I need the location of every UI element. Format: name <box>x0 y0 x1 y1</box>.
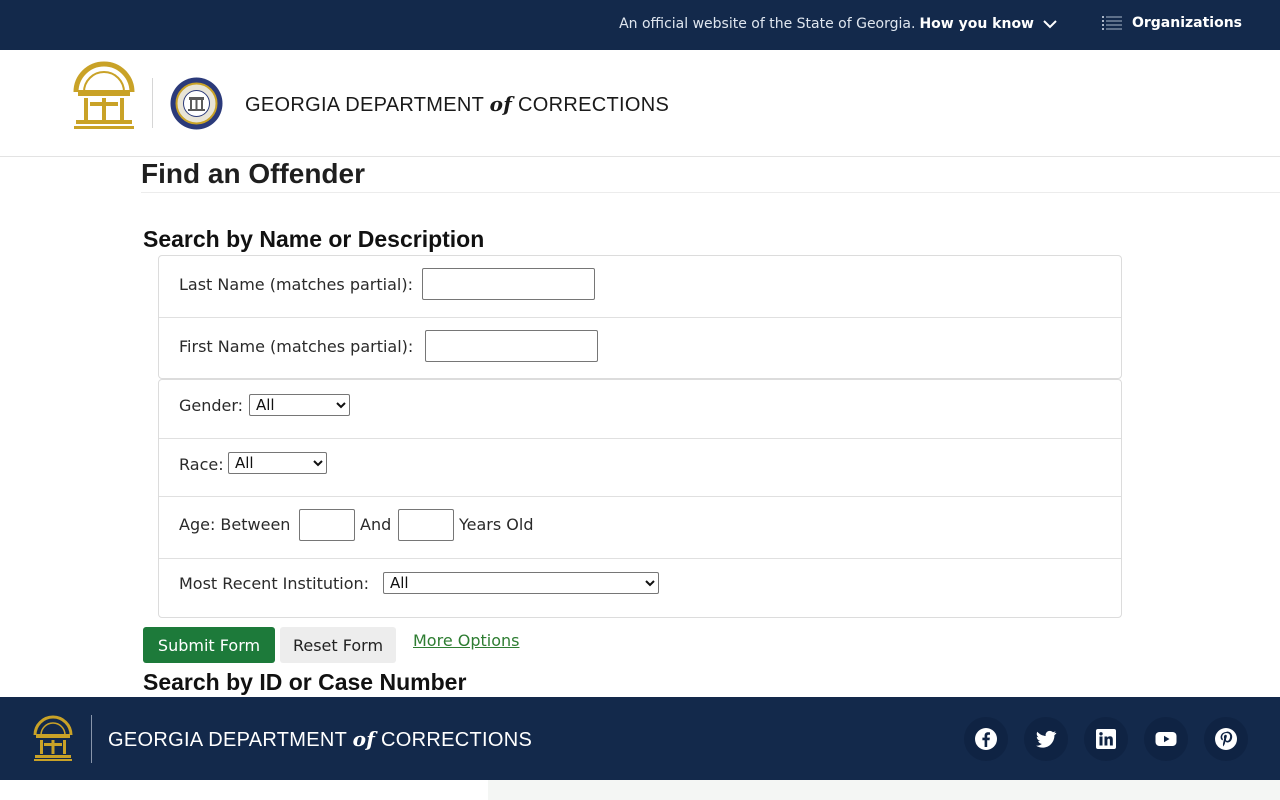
youtube-link[interactable] <box>1144 717 1188 761</box>
more-options-link[interactable]: More Options <box>413 631 519 650</box>
first-name-label: First Name (matches partial): <box>179 337 414 356</box>
title-of: of <box>489 92 513 116</box>
description-fields-box: Gender: All Race: All Age: Between And Y… <box>158 379 1122 618</box>
race-label: Race: <box>179 455 224 474</box>
twitter-link[interactable] <box>1024 717 1068 761</box>
last-name-label: Last Name (matches partial): <box>179 275 413 294</box>
official-text: An official website of the State of Geor… <box>619 16 916 32</box>
race-row: Race: All <box>159 439 1121 497</box>
gdc-seal-logo[interactable] <box>170 77 223 130</box>
header-divider <box>152 78 153 128</box>
reset-form-button[interactable]: Reset Form <box>280 627 396 663</box>
bottom-strip <box>488 780 1280 800</box>
georgia-arch-logo[interactable] <box>70 56 138 132</box>
page-title: Find an Offender <box>141 158 365 189</box>
organizations-menu-button[interactable]: Organizations <box>1101 15 1242 31</box>
submit-form-button[interactable]: Submit Form <box>143 627 275 663</box>
top-utility-bar: An official website of the State of Geor… <box>0 0 1280 50</box>
last-name-input[interactable] <box>422 268 595 300</box>
search-by-id-heading: Search by ID or Case Number <box>143 669 467 695</box>
age-between-label: Age: Between <box>179 515 291 534</box>
twitter-icon <box>1036 730 1057 748</box>
pinterest-icon <box>1215 728 1237 750</box>
footer-title-of: of <box>352 727 376 751</box>
footer-title-part1: GEORGIA DEPARTMENT <box>108 729 347 751</box>
linkedin-link[interactable] <box>1084 717 1128 761</box>
youtube-icon <box>1155 732 1177 746</box>
gender-label: Gender: <box>179 396 244 415</box>
name-fields-box: Last Name (matches partial): First Name … <box>158 255 1122 379</box>
age-min-input[interactable] <box>299 509 355 541</box>
title-part1: GEORGIA DEPARTMENT <box>245 94 484 116</box>
gender-select[interactable]: All <box>249 394 350 416</box>
years-old-label: Years Old <box>459 515 534 534</box>
title-divider <box>141 192 1280 193</box>
search-by-name-heading: Search by Name or Description <box>143 226 485 252</box>
race-select[interactable]: All <box>228 452 327 474</box>
first-name-row: First Name (matches partial): <box>159 318 1121 379</box>
age-and-label: And <box>360 515 392 534</box>
footer-title-part2: CORRECTIONS <box>381 729 533 751</box>
pinterest-link[interactable] <box>1204 717 1248 761</box>
official-website-notice: An official website of the State of Geor… <box>619 16 1034 32</box>
footer-divider <box>91 715 92 763</box>
site-footer: GEORGIA DEPARTMENT of CORRECTIONS <box>0 697 1280 780</box>
linkedin-icon <box>1096 729 1116 749</box>
last-name-row: Last Name (matches partial): <box>159 256 1121 318</box>
institution-label: Most Recent Institution: <box>179 574 370 593</box>
organizations-label: Organizations <box>1131 15 1242 31</box>
how-you-know-link[interactable]: How you know <box>919 16 1034 32</box>
footer-department-title[interactable]: GEORGIA DEPARTMENT of CORRECTIONS <box>108 727 532 752</box>
age-row: Age: Between And Years Old <box>159 497 1121 559</box>
department-title[interactable]: GEORGIA DEPARTMENT of CORRECTIONS <box>245 92 669 117</box>
georgia-arch-logo-footer[interactable] <box>31 713 75 763</box>
gender-row: Gender: All <box>159 380 1121 439</box>
facebook-icon <box>975 728 997 750</box>
site-header: GEORGIA DEPARTMENT of CORRECTIONS <box>0 50 1280 157</box>
institution-row: Most Recent Institution: All <box>159 559 1121 617</box>
chevron-down-icon[interactable] <box>1042 16 1058 32</box>
first-name-input[interactable] <box>425 330 598 362</box>
age-max-input[interactable] <box>398 509 454 541</box>
title-part2: CORRECTIONS <box>518 94 670 116</box>
institution-select[interactable]: All <box>383 572 659 594</box>
list-icon <box>1101 16 1122 30</box>
facebook-link[interactable] <box>964 717 1008 761</box>
